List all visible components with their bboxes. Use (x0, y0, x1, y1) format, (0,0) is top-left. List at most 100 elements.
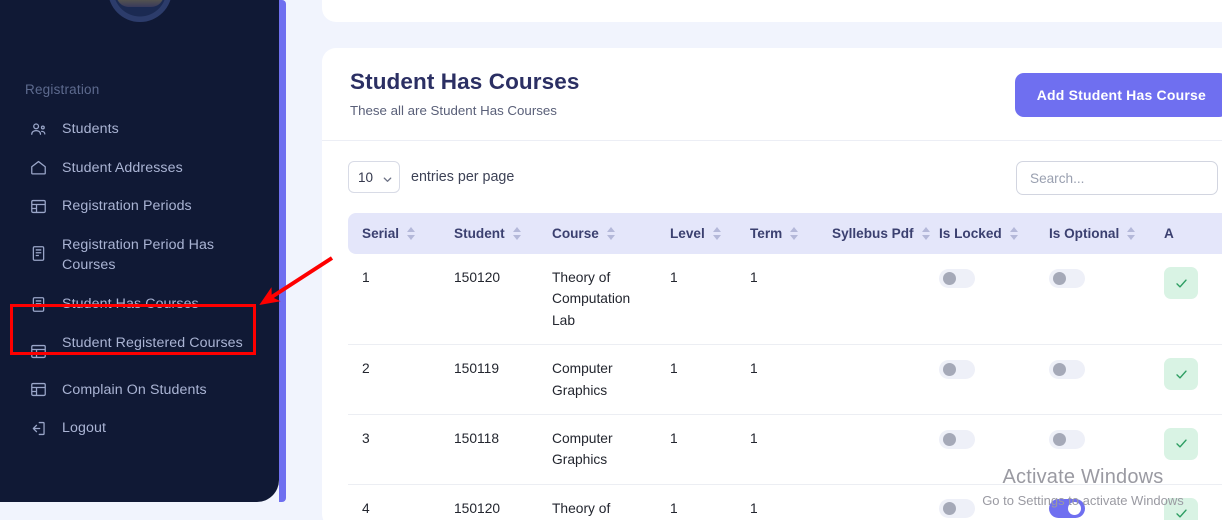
cell-syllebus-pdf (818, 254, 925, 345)
sidebar-item-student-registered-courses[interactable]: Student Registered Courses (0, 324, 279, 371)
cell-action (1150, 484, 1222, 520)
cell-serial: 1 (348, 254, 440, 345)
sidebar-item-student-addresses[interactable]: Student Addresses (0, 149, 279, 188)
column-header-is-locked[interactable]: Is Locked (925, 213, 1035, 254)
column-header-student[interactable]: Student (440, 213, 538, 254)
sidebar-item-label: Complain On Students (62, 380, 247, 401)
sidebar-item-label: Students (62, 119, 247, 140)
sidebar-item-label: Student Addresses (62, 158, 247, 179)
sidebar-item-label: Logout (62, 418, 247, 439)
sidebar-item-registration-period-has-courses[interactable]: Registration Period Has Courses (0, 226, 279, 285)
cell-level: 1 (656, 345, 736, 415)
table-header-row: Serial Student Course Level Term Syllebu… (348, 213, 1222, 254)
cell-serial: 3 (348, 414, 440, 484)
sidebar: UNI Registration Students (0, 0, 279, 502)
table-row[interactable]: 4 150120 Theory of 1 1 (348, 484, 1222, 520)
cell-term: 1 (736, 414, 818, 484)
sort-icon[interactable] (407, 227, 415, 240)
sidebar-item-complain-on-students[interactable]: Complain On Students (0, 371, 279, 410)
is-optional-toggle[interactable] (1049, 269, 1085, 288)
cell-syllebus-pdf (818, 345, 925, 415)
users-icon (28, 119, 48, 139)
cell-is-optional (1035, 484, 1150, 520)
table-row[interactable]: 3 150118 Computer Graphics 1 1 (348, 414, 1222, 484)
table-icon (28, 196, 48, 216)
column-header-is-optional[interactable]: Is Optional (1035, 213, 1150, 254)
entries-per-page-label: entries per page (411, 169, 514, 185)
column-header-action[interactable]: A (1150, 213, 1222, 254)
entries-per-page-select[interactable]: 10 25 50 100 (348, 161, 400, 193)
column-header-syllebus-pdf[interactable]: Syllebus Pdf (818, 213, 925, 254)
sidebar-item-student-has-courses[interactable]: Student Has Courses (0, 285, 279, 324)
table-row[interactable]: 2 150119 Computer Graphics 1 1 (348, 345, 1222, 415)
cell-action (1150, 414, 1222, 484)
check-icon[interactable] (1164, 428, 1198, 460)
cell-student: 150119 (440, 345, 538, 415)
cell-syllebus-pdf (818, 414, 925, 484)
cell-course: Computer Graphics (538, 414, 656, 484)
sort-icon[interactable] (513, 227, 521, 240)
is-locked-toggle[interactable] (939, 499, 975, 518)
column-header-term[interactable]: Term (736, 213, 818, 254)
cell-course: Theory of Computation Lab (538, 254, 656, 345)
table-icon (28, 342, 48, 362)
cell-is-locked (925, 345, 1035, 415)
table-icon (28, 380, 48, 400)
sidebar-item-label: Registration Periods (62, 196, 247, 217)
is-optional-toggle[interactable] (1049, 499, 1085, 518)
cell-serial: 2 (348, 345, 440, 415)
sidebar-item-students[interactable]: Students (0, 110, 279, 149)
sort-icon[interactable] (713, 227, 721, 240)
search-input[interactable] (1016, 161, 1218, 195)
column-header-serial[interactable]: Serial (348, 213, 440, 254)
home-icon (28, 158, 48, 178)
cell-student: 150120 (440, 254, 538, 345)
sort-icon[interactable] (607, 227, 615, 240)
check-icon[interactable] (1164, 498, 1198, 520)
add-student-has-course-button[interactable]: Add Student Has Course (1015, 73, 1222, 117)
is-optional-toggle[interactable] (1049, 430, 1085, 449)
cell-action (1150, 345, 1222, 415)
cell-course: Theory of (538, 484, 656, 520)
cell-is-optional (1035, 414, 1150, 484)
cell-term: 1 (736, 345, 818, 415)
app-logo[interactable]: UNI (0, 0, 279, 22)
topbar-card (322, 0, 1222, 22)
column-label: Is Locked (939, 226, 1002, 241)
column-label: Course (552, 226, 599, 241)
table-toolbar: 10 25 50 100 entries per page (322, 141, 1222, 213)
is-optional-toggle[interactable] (1049, 360, 1085, 379)
cell-level: 1 (656, 254, 736, 345)
content-card: Student Has Courses These all are Studen… (322, 48, 1222, 520)
cell-level: 1 (656, 484, 736, 520)
sort-icon[interactable] (1127, 227, 1135, 240)
sidebar-section-title: Registration (25, 82, 99, 97)
column-header-level[interactable]: Level (656, 213, 736, 254)
is-locked-toggle[interactable] (939, 360, 975, 379)
sort-icon[interactable] (922, 227, 930, 240)
student-has-courses-table: Serial Student Course Level Term Syllebu… (348, 213, 1222, 520)
column-label: Student (454, 226, 505, 241)
sidebar-item-logout[interactable]: Logout (0, 409, 279, 448)
sidebar-item-registration-periods[interactable]: Registration Periods (0, 187, 279, 226)
column-header-course[interactable]: Course (538, 213, 656, 254)
column-label: Is Optional (1049, 226, 1119, 241)
is-locked-toggle[interactable] (939, 430, 975, 449)
column-label: Term (750, 226, 782, 241)
cell-student: 150120 (440, 484, 538, 520)
cell-syllebus-pdf (818, 484, 925, 520)
sidebar-accent-bar (279, 0, 286, 502)
sort-icon[interactable] (790, 227, 798, 240)
sidebar-item-label: Registration Period Has Courses (62, 235, 247, 276)
column-label: A (1164, 226, 1174, 241)
table-head: Serial Student Course Level Term Syllebu… (348, 213, 1222, 254)
is-locked-toggle[interactable] (939, 269, 975, 288)
cell-level: 1 (656, 414, 736, 484)
check-icon[interactable] (1164, 358, 1198, 390)
cell-is-optional (1035, 345, 1150, 415)
table-row[interactable]: 1 150120 Theory of Computation Lab 1 1 (348, 254, 1222, 345)
column-label: Syllebus Pdf (832, 226, 914, 241)
check-icon[interactable] (1164, 267, 1198, 299)
sort-icon[interactable] (1010, 227, 1018, 240)
university-crest-icon: UNI (108, 0, 172, 22)
